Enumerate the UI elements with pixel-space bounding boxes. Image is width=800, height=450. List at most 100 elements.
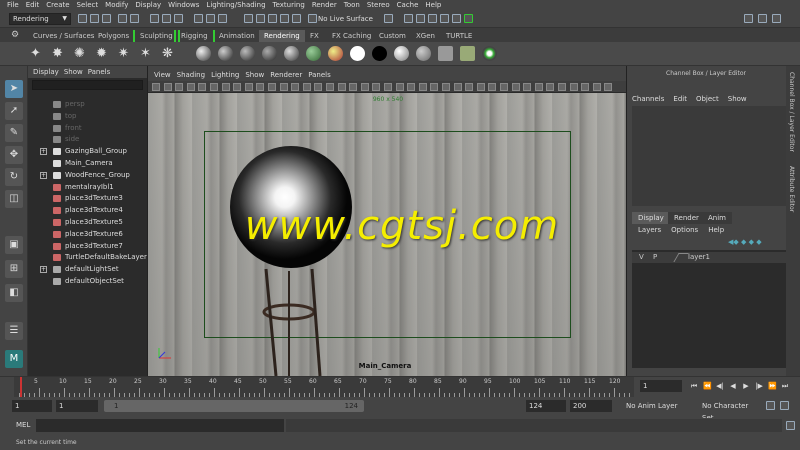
- viewport-tool-icon[interactable]: [476, 83, 485, 91]
- hypershade-icon[interactable]: [452, 14, 461, 23]
- viewport-tool-icon[interactable]: [430, 83, 439, 91]
- help-menu[interactable]: Help: [708, 226, 724, 234]
- viewport-tool-icon[interactable]: [291, 83, 300, 91]
- outliner-item[interactable]: top: [28, 111, 148, 122]
- viewport-tool-icon[interactable]: [210, 83, 218, 91]
- viewport-tool-icon[interactable]: [500, 83, 508, 91]
- select-object-icon[interactable]: [162, 14, 171, 23]
- viewport-tool-icon[interactable]: [523, 83, 532, 91]
- black-sphere-icon[interactable]: [372, 46, 387, 61]
- snap-view-icon[interactable]: [292, 14, 301, 23]
- current-frame-field[interactable]: 1: [640, 380, 682, 392]
- menu-windows[interactable]: Windows: [168, 0, 199, 10]
- layer-row[interactable]: V P layer1: [632, 252, 786, 263]
- outliner-item[interactable]: place3dTexture4: [28, 205, 148, 216]
- tab-sculpting[interactable]: Sculpting: [133, 30, 180, 42]
- outliner-item[interactable]: place3dTexture3: [28, 193, 148, 204]
- viewport-tool-icon[interactable]: [384, 83, 392, 91]
- outliner-item[interactable]: + GazingBall_Group: [28, 146, 148, 157]
- layer-color-swatch[interactable]: [673, 253, 689, 262]
- material-sphere-icon[interactable]: [262, 46, 277, 61]
- viewport-tool-icon[interactable]: [256, 83, 265, 91]
- point-light-icon[interactable]: ✹: [94, 46, 109, 61]
- toggle-icon[interactable]: [464, 14, 473, 23]
- select-tool-icon[interactable]: ➤: [5, 80, 23, 98]
- menu-file[interactable]: File: [7, 0, 19, 10]
- snap-surface-icon[interactable]: [280, 14, 289, 23]
- menu-create[interactable]: Create: [46, 0, 69, 10]
- move-tool-icon[interactable]: ✥: [5, 146, 23, 164]
- play-backwards-icon[interactable]: ◀: [729, 382, 737, 390]
- tab-fx[interactable]: FX: [305, 30, 324, 42]
- outliner-item[interactable]: place3dTexture6: [28, 229, 148, 240]
- mask-icon[interactable]: [194, 14, 203, 23]
- outliner-item[interactable]: persp: [28, 99, 148, 110]
- viewport-tool-icon[interactable]: [465, 83, 474, 91]
- outliner-item[interactable]: + WoodFence_Group: [28, 170, 148, 181]
- viewport-tool-icon[interactable]: [418, 83, 427, 91]
- mask-icon[interactable]: [206, 14, 215, 23]
- area-light-icon[interactable]: ✶: [138, 46, 153, 61]
- live-surface-field[interactable]: No Live Surface: [318, 13, 380, 25]
- viewport-tool-icon[interactable]: [349, 83, 358, 91]
- viewport-tool-icon[interactable]: [592, 83, 601, 91]
- outliner-item[interactable]: place3dTexture5: [28, 217, 148, 228]
- step-forward-key-icon[interactable]: ⏩: [768, 382, 777, 390]
- layers-menu[interactable]: Layers: [638, 226, 661, 234]
- render-icon[interactable]: [460, 46, 475, 61]
- save-scene-icon[interactable]: [102, 14, 111, 23]
- snap-grid-icon[interactable]: [244, 14, 253, 23]
- new-scene-icon[interactable]: [78, 14, 87, 23]
- tab-xgen[interactable]: XGen: [411, 30, 440, 42]
- camera-icon[interactable]: ✦: [28, 46, 43, 61]
- outliner-item[interactable]: mentalrayIbl1: [28, 182, 148, 193]
- snap-point-icon[interactable]: [268, 14, 277, 23]
- viewport-menu-panels[interactable]: Panels: [308, 70, 331, 81]
- shelf-options-icon[interactable]: ⚙: [6, 30, 24, 42]
- menu-stereo[interactable]: Stereo: [367, 0, 390, 10]
- undo-icon[interactable]: [118, 14, 127, 23]
- redo-icon[interactable]: [130, 14, 139, 23]
- viewport-menu-show[interactable]: Show: [245, 70, 264, 81]
- tab-curves-surfaces[interactable]: Curves / Surfaces: [28, 30, 99, 42]
- mel-label[interactable]: MEL: [16, 421, 30, 429]
- select-component-icon[interactable]: [174, 14, 183, 23]
- viewport-tool-icon[interactable]: [372, 83, 381, 91]
- outliner-menu-show[interactable]: Show: [64, 66, 83, 78]
- viewport-tool-icon[interactable]: [268, 83, 276, 91]
- outliner-menu-display[interactable]: Display: [33, 66, 59, 78]
- menu-lighting-shading[interactable]: Lighting/Shading: [206, 0, 265, 10]
- go-to-start-icon[interactable]: ⏮: [690, 382, 698, 390]
- side-tab-channel-box[interactable]: Channel Box / Layer Editor: [788, 72, 795, 152]
- viewport-tool-icon[interactable]: [546, 83, 555, 91]
- edit-menu[interactable]: Edit: [673, 95, 687, 103]
- material-sphere-icon[interactable]: [218, 46, 233, 61]
- mask-icon[interactable]: [218, 14, 227, 23]
- material-sphere-icon[interactable]: [328, 46, 343, 61]
- volume-light-icon[interactable]: ❋: [160, 46, 175, 61]
- menu-edit[interactable]: Edit: [26, 0, 40, 10]
- white-sphere-icon[interactable]: [350, 46, 365, 61]
- paint-select-tool-icon[interactable]: ✎: [5, 124, 23, 142]
- range-slider[interactable]: 1 124: [104, 400, 364, 412]
- material-sphere-icon[interactable]: [196, 46, 211, 61]
- layer-name[interactable]: layer1: [688, 252, 710, 263]
- anim-layer-dropdown[interactable]: No Anim Layer: [622, 400, 694, 412]
- channels-menu[interactable]: Channels: [632, 95, 664, 103]
- layout-two-icon[interactable]: ◧: [5, 284, 23, 302]
- layer-visibility-toggle[interactable]: V: [639, 252, 644, 263]
- outliner-menu-panels[interactable]: Panels: [88, 66, 111, 78]
- menu-render[interactable]: Render: [312, 0, 337, 10]
- show-menu[interactable]: Show: [728, 95, 747, 103]
- layout-icon[interactable]: [744, 14, 753, 23]
- ambient-light-icon[interactable]: ✸: [50, 46, 65, 61]
- viewport-tool-icon[interactable]: [534, 83, 543, 91]
- step-back-frame-icon[interactable]: ◀|: [716, 382, 724, 390]
- target-icon[interactable]: [482, 46, 497, 61]
- menu-help[interactable]: Help: [425, 0, 441, 10]
- viewport-tool-icon[interactable]: [279, 83, 288, 91]
- tab-fx-caching[interactable]: FX Caching: [327, 30, 376, 42]
- outliner-item[interactable]: place3dTexture7: [28, 241, 148, 252]
- layer-buttons[interactable]: ◀◆ ◆ ◆ ◆: [728, 238, 762, 246]
- options-menu[interactable]: Options: [671, 226, 698, 234]
